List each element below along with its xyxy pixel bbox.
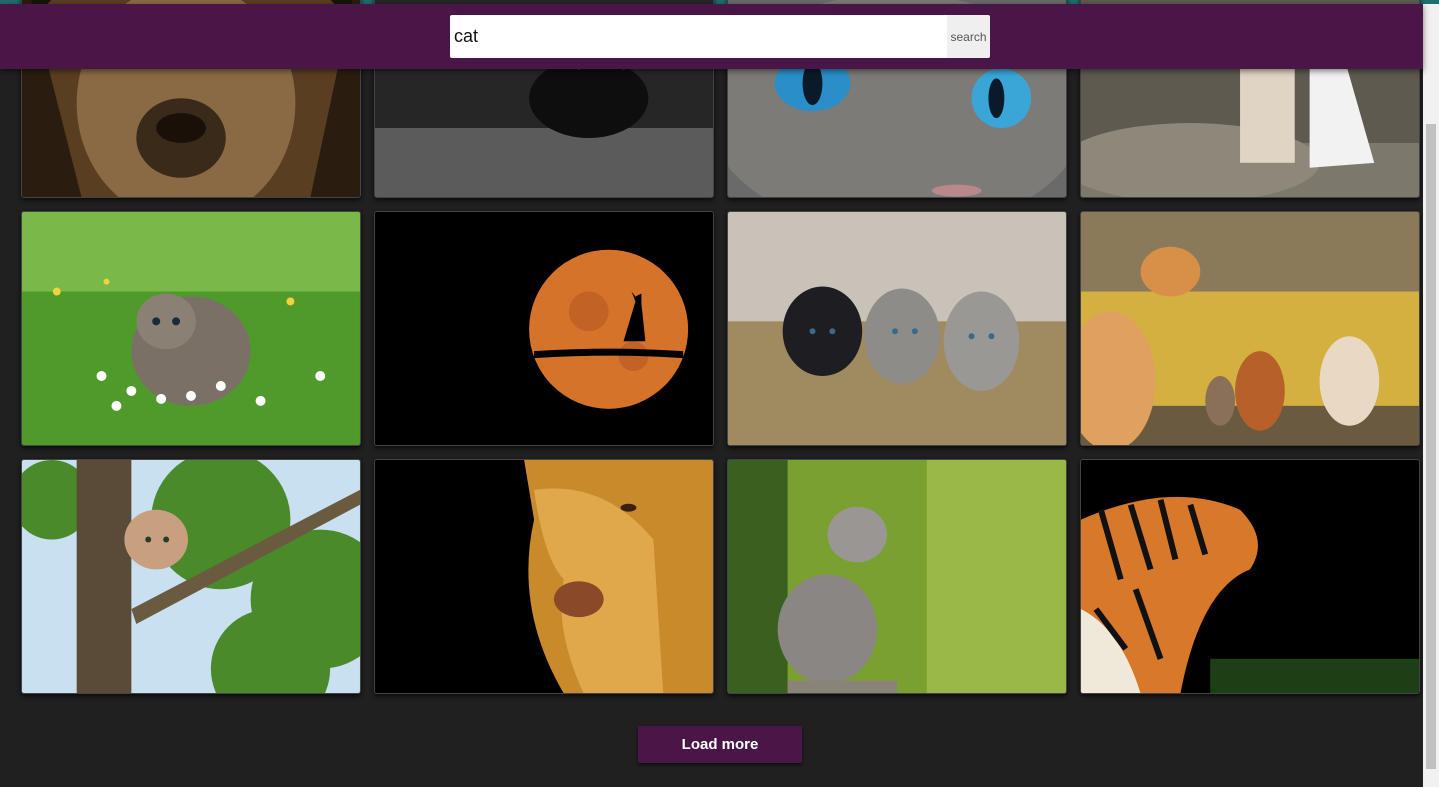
kitten-in-daisies-image [22, 212, 360, 445]
image-card-lion-profile[interactable] [374, 459, 714, 694]
image-card-cat-silhouette-moon[interactable] [374, 211, 714, 446]
lion-profile-image [375, 460, 713, 693]
cats-and-dogs-image [1081, 212, 1419, 445]
cat-silhouette-moon-image [375, 212, 713, 445]
load-more-button[interactable]: Load more [638, 726, 802, 763]
top-header: search [0, 4, 1423, 69]
image-card-cats-and-dogs[interactable] [1080, 211, 1420, 446]
image-card-kitten-in-tree[interactable] [21, 459, 361, 694]
scrollbar-thumb[interactable] [1426, 124, 1436, 769]
search-form: search [450, 15, 990, 58]
image-card-three-kittens-in-straw[interactable] [727, 211, 1067, 446]
vertical-scrollbar[interactable] [1423, 4, 1439, 787]
tiger-image [1081, 460, 1419, 693]
search-input[interactable] [450, 15, 947, 58]
image-gallery [21, 0, 1420, 694]
image-card-kitten-in-grass[interactable] [727, 459, 1067, 694]
kitten-in-tree-image [22, 460, 360, 693]
kitten-in-grass-image [728, 460, 1066, 693]
three-kittens-in-straw-image [728, 212, 1066, 445]
image-card-kitten-in-daisies[interactable] [21, 211, 361, 446]
search-button[interactable]: search [947, 15, 990, 58]
image-card-tiger[interactable] [1080, 459, 1420, 694]
